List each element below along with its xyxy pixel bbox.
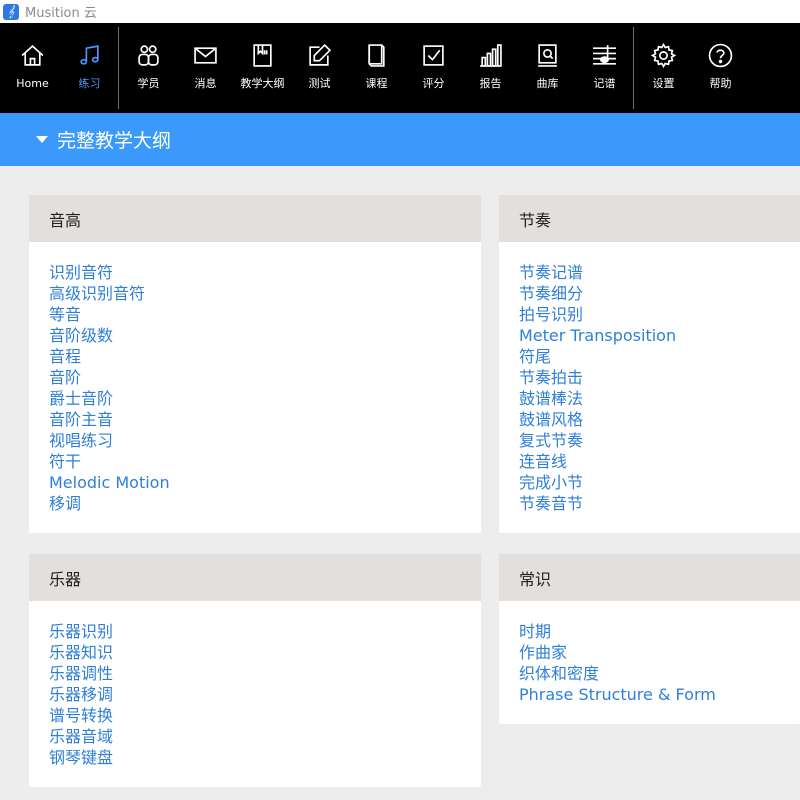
syllabus-link[interactable]: 音程 [49, 346, 481, 367]
toolbar-label: Home [16, 77, 49, 90]
card-link-list: 节奏记谱 节奏细分 拍号识别 Meter Transposition 符尾 节奏… [499, 242, 800, 514]
main-toolbar: Home 练习 学员 消息 教学大纲 测试 课程 评分 报告 曲库 记谱 设置 … [0, 23, 800, 113]
syllabus-link[interactable]: Meter Transposition [519, 325, 800, 346]
syllabus-icon [253, 44, 272, 67]
syllabus-link[interactable]: 织体和密度 [519, 663, 800, 684]
syllabus-link[interactable]: 拍号识别 [519, 304, 800, 325]
toolbar-courses-button[interactable]: 课程 [348, 23, 405, 113]
toolbar-label: 帮助 [709, 77, 732, 90]
card-title: 音高 [29, 195, 481, 242]
card-title: 乐器 [29, 554, 481, 601]
card-link-list: 识别音符 高级识别音符 等音 音阶级数 音程 音阶 爵士音阶 音阶主音 视唱练习… [29, 242, 481, 514]
general-knowledge-card: 常识 时期 作曲家 织体和密度 Phrase Structure & Form [499, 554, 800, 724]
toolbar-students-button[interactable]: 学员 [120, 23, 177, 113]
syllabus-link[interactable]: 移调 [49, 493, 481, 514]
staff-icon [593, 45, 616, 65]
toolbar-practice-button[interactable]: 练习 [61, 23, 118, 113]
syllabus-link[interactable]: Phrase Structure & Form [519, 684, 800, 705]
bar-chart-icon [480, 44, 502, 67]
toolbar-label: 报告 [479, 77, 502, 90]
syllabus-link[interactable]: 视唱练习 [49, 430, 481, 451]
syllabus-link[interactable]: 乐器知识 [49, 642, 481, 663]
toolbar-label: 评分 [422, 77, 445, 90]
syllabus-link[interactable]: 节奏拍击 [519, 367, 800, 388]
card-link-list: 乐器识别 乐器知识 乐器调性 乐器移调 谱号转换 乐器音域 钢琴键盘 [29, 601, 481, 768]
toolbar-label: 练习 [78, 77, 101, 90]
toolbar-label: 曲库 [536, 77, 559, 90]
toolbar-label: 消息 [194, 77, 217, 90]
help-icon [708, 43, 733, 68]
syllabus-link[interactable]: 节奏记谱 [519, 262, 800, 283]
syllabus-link[interactable]: 连音线 [519, 451, 800, 472]
app-logo-icon: 𝄞 [3, 3, 19, 20]
envelope-icon [194, 47, 217, 64]
syllabus-link[interactable]: 节奏细分 [519, 283, 800, 304]
toolbar-label: 教学大纲 [240, 77, 285, 90]
toolbar-messages-button[interactable]: 消息 [177, 23, 234, 113]
toolbar-label: 学员 [137, 77, 160, 90]
gear-icon [651, 43, 676, 68]
toolbar-test-button[interactable]: 测试 [291, 23, 348, 113]
syllabus-banner[interactable]: 完整教学大纲 [0, 113, 800, 166]
syllabus-link[interactable]: 作曲家 [519, 642, 800, 663]
syllabus-link[interactable]: 爵士音阶 [49, 388, 481, 409]
syllabus-link[interactable]: 音阶级数 [49, 325, 481, 346]
toolbar-label: 记谱 [593, 77, 616, 90]
syllabus-link[interactable]: 符干 [49, 451, 481, 472]
toolbar-syllabus-button[interactable]: 教学大纲 [234, 23, 291, 113]
toolbar-reports-button[interactable]: 报告 [462, 23, 519, 113]
toolbar-notation-button[interactable]: 记谱 [576, 23, 633, 113]
window-title: Musition 云 [25, 6, 97, 21]
checkbox-icon [423, 45, 444, 66]
syllabus-link[interactable]: 节奏音节 [519, 493, 800, 514]
toolbar-grading-button[interactable]: 评分 [405, 23, 462, 113]
syllabus-link[interactable]: 鼓谱棒法 [519, 388, 800, 409]
rhythm-card: 节奏 节奏记谱 节奏细分 拍号识别 Meter Transposition 符尾… [499, 195, 800, 533]
book-icon [368, 44, 385, 67]
syllabus-link[interactable]: 乐器调性 [49, 663, 481, 684]
syllabus-link[interactable]: Melodic Motion [49, 472, 481, 493]
toolbar-divider [633, 27, 634, 109]
card-title: 常识 [499, 554, 800, 601]
card-title: 节奏 [499, 195, 800, 242]
syllabus-link[interactable]: 乐器音域 [49, 726, 481, 747]
syllabus-link[interactable]: 音阶 [49, 367, 481, 388]
pitch-card: 音高 识别音符 高级识别音符 等音 音阶级数 音程 音阶 爵士音阶 音阶主音 视… [29, 195, 481, 533]
toolbar-home-button[interactable]: Home [4, 23, 61, 113]
syllabus-link[interactable]: 符尾 [519, 346, 800, 367]
banner-title: 完整教学大纲 [57, 130, 172, 152]
toolbar-label: 课程 [365, 77, 388, 90]
syllabus-link[interactable]: 高级识别音符 [49, 283, 481, 304]
home-icon [21, 45, 44, 66]
syllabus-link[interactable]: 鼓谱风格 [519, 409, 800, 430]
toolbar-divider [118, 27, 119, 109]
syllabus-link[interactable]: 完成小节 [519, 472, 800, 493]
toolbar-label: 测试 [308, 77, 331, 90]
library-icon [538, 44, 557, 67]
syllabus-link[interactable]: 识别音符 [49, 262, 481, 283]
syllabus-link[interactable]: 谱号转换 [49, 705, 481, 726]
users-icon [138, 45, 159, 66]
syllabus-link[interactable]: 等音 [49, 304, 481, 325]
toolbar-library-button[interactable]: 曲库 [519, 23, 576, 113]
toolbar-label: 设置 [652, 77, 675, 90]
toolbar-help-button[interactable]: 帮助 [692, 23, 749, 113]
syllabus-link[interactable]: 音阶主音 [49, 409, 481, 430]
syllabus-link[interactable]: 钢琴键盘 [49, 747, 481, 768]
syllabus-link[interactable]: 乐器识别 [49, 621, 481, 642]
toolbar-settings-button[interactable]: 设置 [635, 23, 692, 113]
syllabus-link[interactable]: 乐器移调 [49, 684, 481, 705]
syllabus-link[interactable]: 复式节奏 [519, 430, 800, 451]
title-bar: 𝄞 Musition 云 [0, 0, 800, 23]
music-note-icon [80, 45, 99, 65]
instruments-card: 乐器 乐器识别 乐器知识 乐器调性 乐器移调 谱号转换 乐器音域 钢琴键盘 [29, 554, 481, 787]
syllabus-link[interactable]: 时期 [519, 621, 800, 642]
edit-icon [309, 43, 332, 66]
caret-down-icon [36, 136, 48, 143]
card-link-list: 时期 作曲家 织体和密度 Phrase Structure & Form [499, 601, 800, 705]
